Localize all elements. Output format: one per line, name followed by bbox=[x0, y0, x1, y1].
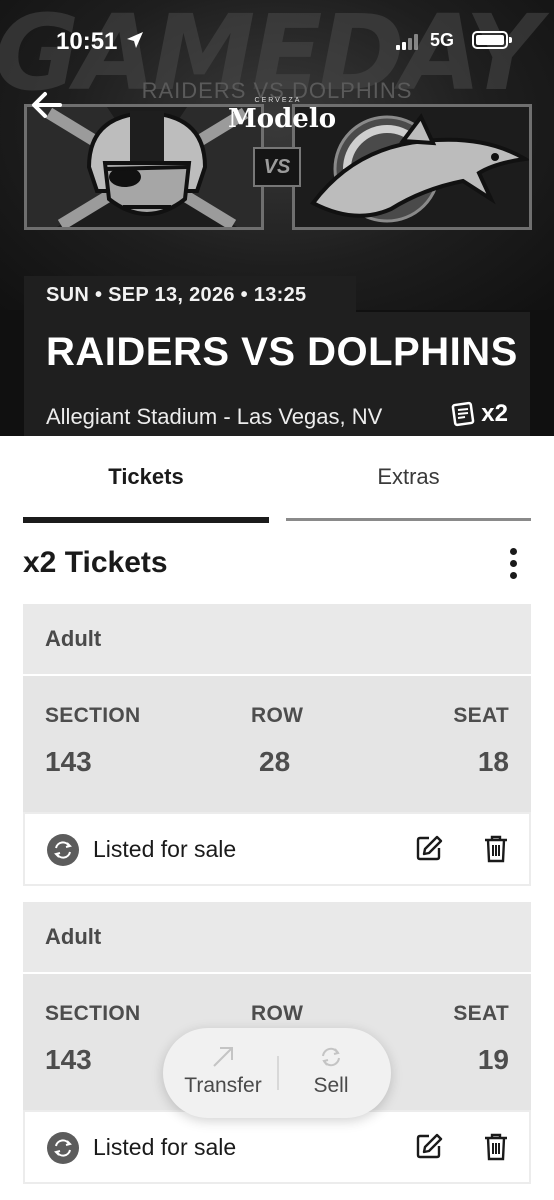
network-label: 5G bbox=[430, 30, 455, 50]
ticket-card-header: Adult bbox=[23, 902, 531, 972]
more-options-button[interactable] bbox=[498, 546, 530, 582]
edit-icon bbox=[416, 1133, 443, 1159]
event-venue: Allegiant Stadium - Las Vegas, NV bbox=[46, 404, 383, 429]
ticket-card-header: Adult bbox=[23, 604, 531, 674]
ticket-status-bar: Listed for sale bbox=[23, 812, 531, 886]
sponsor-logo: CERVEZA Modelo bbox=[228, 96, 337, 136]
transfer-label: Transfer bbox=[184, 1074, 262, 1097]
ticket-type: Adult bbox=[45, 924, 102, 949]
back-arrow-icon bbox=[32, 92, 62, 118]
section-value: 143 bbox=[45, 746, 92, 777]
ticket-card[interactable]: Adult SECTION 143 ROW 28 SEAT 18 Listed … bbox=[23, 604, 531, 886]
listing-status: Listed for sale bbox=[93, 836, 237, 862]
listed-sync-icon bbox=[47, 834, 79, 866]
seat-value: 18 bbox=[477, 746, 509, 777]
listed-sync-icon bbox=[47, 1132, 79, 1164]
seat-label: SEAT bbox=[453, 704, 509, 727]
tab-extras-indicator bbox=[286, 518, 531, 521]
listing-status: Listed for sale bbox=[93, 1134, 237, 1160]
event-date-bar: SUN • SEP 13, 2026 • 13:25 bbox=[24, 276, 356, 312]
ticket-seat-info: SECTION 143 ROW 28 SEAT 18 bbox=[23, 676, 531, 812]
status-time: 10:51 bbox=[56, 28, 118, 55]
more-dot bbox=[510, 548, 517, 555]
more-dot bbox=[510, 572, 517, 579]
ticket-action-bar: Transfer Sell bbox=[163, 1028, 391, 1118]
seat-label: SEAT bbox=[453, 1002, 509, 1025]
seat-value: 19 bbox=[477, 1044, 509, 1075]
sell-sync-icon bbox=[322, 1047, 340, 1067]
event-info: RAIDERS VS DOLPHINS Allegiant Stadium - … bbox=[24, 312, 530, 436]
battery-icon bbox=[472, 31, 512, 49]
delete-listing-button[interactable] bbox=[483, 834, 511, 864]
vs-badge: VS bbox=[253, 147, 301, 187]
event-date: SUN • SEP 13, 2026 • 13:25 bbox=[46, 284, 307, 306]
section-label: SECTION bbox=[45, 1002, 141, 1025]
event-title: RAIDERS VS DOLPHINS bbox=[46, 330, 518, 374]
ticket-count-badge: x2 bbox=[451, 400, 508, 428]
delete-listing-button[interactable] bbox=[483, 1132, 511, 1162]
more-dot bbox=[510, 560, 517, 567]
row-value: 28 bbox=[259, 746, 291, 777]
ticket-type: Adult bbox=[45, 626, 102, 651]
tickets-section-title: x2 Tickets bbox=[23, 546, 168, 579]
sell-button[interactable]: Sell bbox=[281, 1040, 381, 1106]
sell-label: Sell bbox=[313, 1074, 349, 1097]
row-label: ROW bbox=[251, 1002, 304, 1025]
row-label: ROW bbox=[251, 704, 304, 727]
tab-tickets-indicator bbox=[23, 517, 269, 523]
event-hero: GAMEDAY RAIDERS VS DOLPHINS VS CERVEZA M… bbox=[0, 0, 554, 436]
trash-icon bbox=[485, 1133, 507, 1161]
back-button[interactable] bbox=[30, 90, 74, 126]
edit-listing-button[interactable] bbox=[415, 1132, 443, 1162]
section-label: SECTION bbox=[45, 704, 141, 727]
status-bar: 10:51 5G bbox=[0, 0, 554, 82]
section-value: 143 bbox=[45, 1044, 92, 1075]
ticket-count: x2 bbox=[481, 400, 508, 427]
tab-bar: Tickets Extras bbox=[0, 436, 554, 524]
location-arrow-icon bbox=[127, 32, 143, 48]
edit-icon bbox=[416, 835, 443, 861]
ticket-icon bbox=[452, 401, 475, 427]
transfer-button[interactable]: Transfer bbox=[173, 1040, 273, 1106]
signal-icon bbox=[396, 34, 422, 50]
trash-icon bbox=[485, 835, 507, 863]
transfer-arrow-icon bbox=[213, 1047, 233, 1067]
pill-divider bbox=[277, 1056, 279, 1090]
tab-extras[interactable]: Extras bbox=[286, 436, 531, 524]
sponsor-name: Modelo bbox=[228, 104, 337, 134]
tab-tickets[interactable]: Tickets bbox=[23, 436, 269, 524]
ticket-status-bar: Listed for sale bbox=[23, 1110, 531, 1184]
edit-listing-button[interactable] bbox=[415, 834, 443, 864]
